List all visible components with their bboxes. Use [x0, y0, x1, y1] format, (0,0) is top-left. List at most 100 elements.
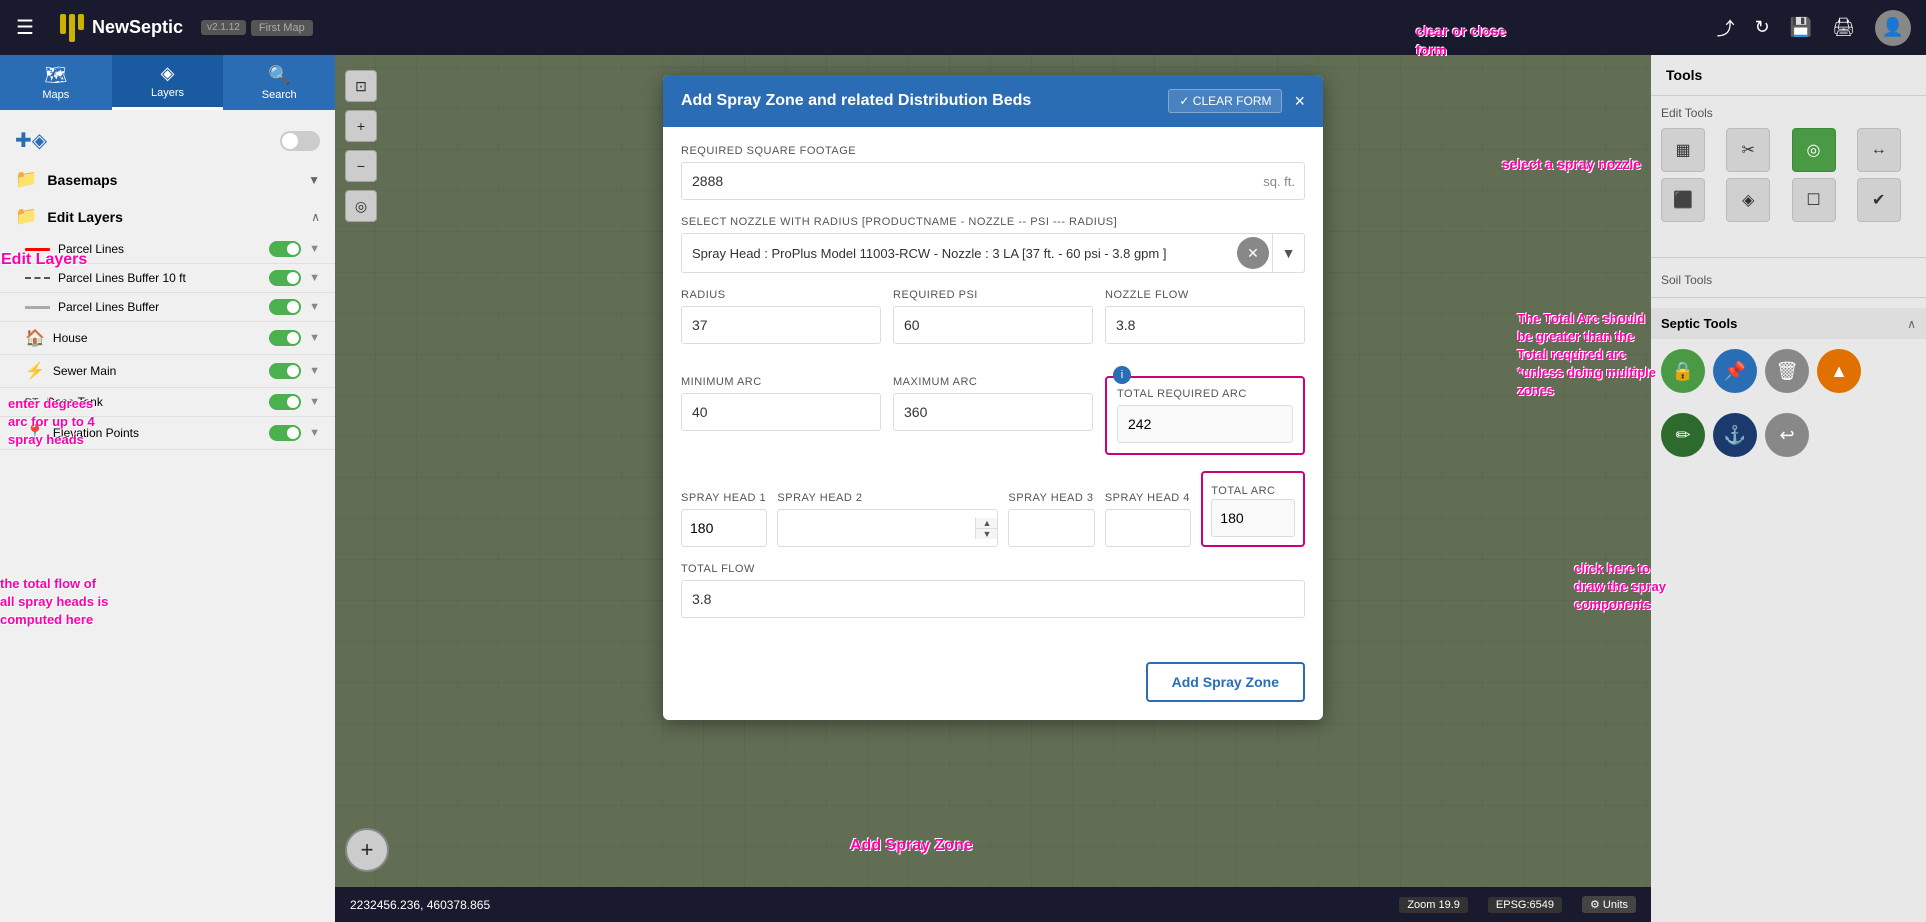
- tab-layers[interactable]: ◈ Layers: [112, 55, 224, 110]
- sq-footage-unit: sq. ft.: [1263, 174, 1295, 189]
- min-arc-input[interactable]: [681, 393, 881, 431]
- spray-head-4-label: Spray head 4: [1105, 492, 1191, 504]
- septic-tool-buttons-2: ✏ ⚓ ↩: [1651, 403, 1926, 467]
- elevation-chevron[interactable]: ▼: [309, 427, 320, 439]
- parcel-buffer-10ft-toggle[interactable]: [269, 270, 301, 286]
- basemaps-chevron-icon: ▼: [308, 173, 320, 187]
- septic-place-btn[interactable]: 📌: [1713, 349, 1757, 393]
- edit-tools-grid: ▦ ✂ ◎ ↔ ⬛ ◈ ☐ ✔: [1661, 128, 1916, 222]
- septic-undo-btn[interactable]: ↩: [1765, 413, 1809, 457]
- parcel-lines-toggle[interactable]: [269, 241, 301, 257]
- spray-head-2-stepper: ▲ ▼: [777, 509, 998, 547]
- spray-head-3-label: Spray head 3: [1008, 492, 1094, 504]
- edit-layers-chevron-icon: ∧: [311, 210, 320, 224]
- sq-footage-input-wrapper: sq. ft.: [681, 162, 1305, 200]
- tool-select-btn[interactable]: ☐: [1792, 178, 1836, 222]
- total-arc-input[interactable]: [1211, 499, 1295, 537]
- sewer-main-toggle[interactable]: [269, 363, 301, 379]
- tool-check-btn[interactable]: ✔: [1857, 178, 1901, 222]
- print-icon[interactable]: 🖨: [1832, 17, 1855, 38]
- septic-delete-btn[interactable]: 🗑: [1765, 349, 1809, 393]
- spray-head-4-input[interactable]: [1105, 509, 1191, 547]
- radius-input[interactable]: [681, 306, 881, 344]
- tab-maps-label: Maps: [42, 89, 69, 101]
- required-psi-label: Required Psi: [893, 289, 1093, 301]
- hamburger-menu[interactable]: ☰: [0, 15, 50, 40]
- parcel-buffer-chevron[interactable]: ▼: [309, 272, 320, 284]
- add-layer-icon[interactable]: ✚◈: [15, 128, 47, 153]
- sewer-main-chevron[interactable]: ▼: [309, 365, 320, 377]
- nozzle-selector-group: Select nozzle with radius [ProductName -…: [681, 216, 1305, 273]
- septic-tool-buttons: 🔒 📌 🗑 ▲: [1651, 339, 1926, 403]
- save-icon[interactable]: 💾: [1790, 17, 1812, 38]
- all-layers-toggle[interactable]: [280, 131, 320, 151]
- tool-square-btn[interactable]: ⬛: [1661, 178, 1705, 222]
- septic-tools-header[interactable]: Septic Tools ∧: [1651, 308, 1926, 339]
- sewer-main-label: Sewer Main: [53, 364, 261, 378]
- dose-tank-chevron[interactable]: ▼: [309, 396, 320, 408]
- spray-head-4-group: Spray head 4: [1105, 492, 1191, 547]
- spray-head-1-input[interactable]: [681, 509, 767, 547]
- septic-edit-btn[interactable]: ✏: [1661, 413, 1705, 457]
- tool-circle-btn[interactable]: ◎: [1792, 128, 1836, 172]
- max-arc-input[interactable]: [893, 393, 1093, 431]
- dose-tank-toggle[interactable]: [269, 394, 301, 410]
- layers-icon: ◈: [161, 63, 175, 84]
- edit-layers-section-header[interactable]: 📁 Edit Layers ∧: [0, 198, 335, 235]
- tools-divider-1: [1651, 257, 1926, 258]
- spray-head-2-group: Spray head 2 ▲ ▼: [777, 492, 998, 547]
- spray-head-2-up[interactable]: ▲: [976, 518, 997, 529]
- basemaps-section-header[interactable]: 📁 Basemaps ▼: [0, 161, 335, 198]
- parcel-lines-chevron[interactable]: ▼: [309, 243, 320, 255]
- layers-content: ✚◈ 📁 Basemaps ▼ 📁 Edit Layers ∧ Parcel L…: [0, 110, 335, 922]
- clear-form-button[interactable]: ✓ CLEAR FORM: [1168, 89, 1282, 113]
- house-chevron[interactable]: ▼: [309, 332, 320, 344]
- spray-head-2-input[interactable]: [778, 520, 975, 536]
- nozzle-flow-input[interactable]: [1105, 306, 1305, 344]
- parcel-buffer-toggle[interactable]: [269, 299, 301, 315]
- septic-anchor-btn[interactable]: ⚓: [1713, 413, 1757, 457]
- refresh-icon[interactable]: ↻: [1755, 17, 1770, 38]
- sewer-icon: ⚡: [25, 361, 45, 381]
- tool-cut-btn[interactable]: ✂: [1726, 128, 1770, 172]
- tool-grid-btn[interactable]: ▦: [1661, 128, 1705, 172]
- units-selector[interactable]: ⚙ Units: [1582, 896, 1636, 913]
- parcel-buffer-grey-legend: [25, 306, 50, 309]
- required-psi-input[interactable]: [893, 306, 1093, 344]
- septic-draw-btn[interactable]: 🔒: [1661, 349, 1705, 393]
- house-toggle[interactable]: [269, 330, 301, 346]
- total-arc-inline-label: Total Arc: [1211, 485, 1275, 497]
- add-spray-zone-button[interactable]: Add Spray Zone: [1146, 662, 1305, 702]
- tool-layer-btn[interactable]: ◈: [1726, 178, 1770, 222]
- parcel-buffer2-chevron[interactable]: ▼: [309, 301, 320, 313]
- tool-move-btn[interactable]: ↔: [1857, 128, 1901, 172]
- tab-search[interactable]: 🔍 Search: [223, 55, 335, 110]
- elevation-points-toggle[interactable]: [269, 425, 301, 441]
- tab-maps[interactable]: 🗺 Maps: [0, 55, 112, 110]
- nozzle-flow-label: Nozzle Flow: [1105, 289, 1305, 301]
- spray-head-3-input[interactable]: [1008, 509, 1094, 547]
- required-sq-footage-input[interactable]: [681, 162, 1305, 200]
- app-title: NewSeptic: [92, 17, 183, 38]
- logo-bars: [60, 14, 84, 42]
- nozzle-clear-btn[interactable]: ✕: [1237, 237, 1269, 269]
- nozzle-dropdown-btn[interactable]: ▼: [1272, 234, 1304, 272]
- total-flow-input[interactable]: [681, 580, 1305, 618]
- top-navigation: ☰ NewSeptic v2.1.12 First Map ⤴ ↻ 💾 🖨 👤: [0, 0, 1926, 55]
- modal-close-button[interactable]: ×: [1294, 91, 1305, 112]
- parcel-buffer-label: Parcel Lines Buffer: [58, 300, 261, 314]
- nozzle-input[interactable]: [682, 234, 1234, 272]
- modal-header: Add Spray Zone and related Distribution …: [663, 75, 1323, 127]
- user-avatar[interactable]: 👤: [1875, 10, 1911, 46]
- total-required-arc-input[interactable]: [1117, 405, 1293, 443]
- share-icon[interactable]: ⤴: [1717, 15, 1735, 41]
- nozzle-label: Select nozzle with radius [ProductName -…: [681, 216, 1305, 228]
- layer-sewer-main: ⚡ Sewer Main ▼: [0, 355, 335, 388]
- dose-tank-label: Dose Tank: [46, 395, 261, 409]
- layer-house: 🏠 House ▼: [0, 322, 335, 355]
- septic-tools-chevron: ∧: [1907, 317, 1916, 331]
- spray-head-2-down[interactable]: ▼: [976, 529, 997, 539]
- parcel-buffer-10ft-label: Parcel Lines Buffer 10 ft: [58, 271, 261, 285]
- tab-search-label: Search: [262, 89, 297, 101]
- septic-triangle-btn[interactable]: ▲: [1817, 349, 1861, 393]
